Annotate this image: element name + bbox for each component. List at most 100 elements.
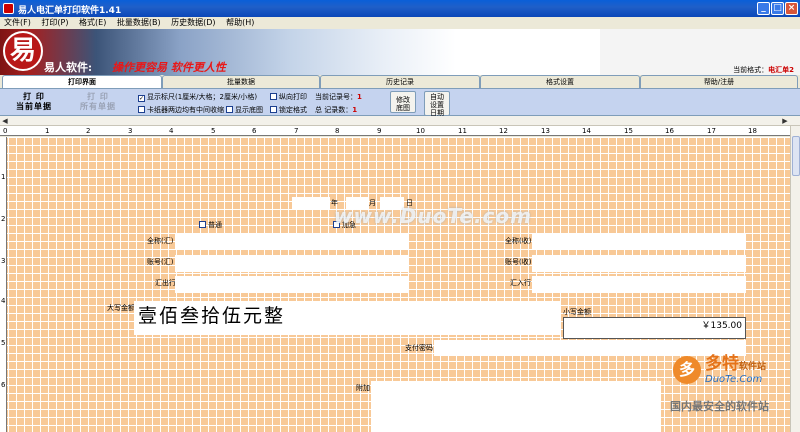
title-bar: 易人电汇单打印软件1.41 _ □ × <box>0 0 800 17</box>
center-paper-checkbox[interactable]: 卡纸器两边均有中间收缩 <box>138 105 224 115</box>
payer-name-field[interactable] <box>175 233 408 250</box>
payee-name-field[interactable] <box>532 233 746 250</box>
ruler-number: 9 <box>377 127 382 135</box>
tab-format-settings[interactable]: 格式设置 <box>480 75 640 88</box>
minimize-button[interactable]: _ <box>757 2 770 15</box>
ruler-number: 11 <box>458 127 467 135</box>
ruler-number: 14 <box>582 127 591 135</box>
menu-help[interactable]: 帮助(H) <box>222 17 258 28</box>
print-current-line2: 当前单据 <box>16 101 52 111</box>
vruler-number: 3 <box>1 257 6 265</box>
checkbox-checked-icon: ✓ <box>138 95 145 102</box>
amount-lower-value: ￥135.00 <box>701 321 743 331</box>
checkbox-icon <box>138 106 145 113</box>
app-icon <box>3 3 14 14</box>
total-records-label: 总 记录数： <box>315 106 353 114</box>
duote-url: DuoTe.Com <box>705 374 763 385</box>
year-field[interactable] <box>292 197 330 209</box>
show-ruler-label: 显示标尺(1厘米/大格；2厘米/小格) <box>147 93 258 101</box>
current-format-value: 电汇单2 <box>768 66 794 74</box>
password-field[interactable] <box>434 340 746 356</box>
duote-logo-icon: 多 <box>673 356 701 384</box>
show-background-checkbox[interactable]: 显示底图 <box>226 105 263 115</box>
horizontal-scrollbar[interactable]: ◀ ▶ <box>0 116 800 126</box>
menu-format[interactable]: 格式(E) <box>75 17 110 28</box>
menu-bar: 文件(F) 打印(P) 格式(E) 批量数据(B) 历史数据(D) 帮助(H) <box>0 17 800 29</box>
ruler-number: 13 <box>541 127 550 135</box>
duote-brand-suffix: 软件站 <box>739 362 767 372</box>
current-format: 当前格式：电汇单2 <box>733 65 794 75</box>
checkbox-icon <box>199 221 206 228</box>
auto-date-button[interactable]: 自动 设置 日期 <box>424 91 450 117</box>
ruler-number: 3 <box>128 127 133 135</box>
center-paper-label: 卡纸器两边均有中间收缩 <box>147 106 224 114</box>
tab-history[interactable]: 历史记录 <box>320 75 480 88</box>
auto-date-line1: 自动 <box>430 93 444 101</box>
toolbar: 打 印 当前单据 打 印 所有单据 ✓ 显示标尺(1厘米/大格；2厘米/小格) 纵… <box>0 88 800 117</box>
print-current-line1: 打 印 <box>23 91 45 101</box>
tab-print[interactable]: 打印界面 <box>2 75 162 88</box>
tab-batch-data[interactable]: 批量数据 <box>162 75 320 88</box>
vruler-number: 6 <box>1 381 6 389</box>
note-field[interactable] <box>371 381 661 432</box>
checkbox-icon <box>226 106 233 113</box>
print-all-line1: 打 印 <box>87 91 109 101</box>
scroll-right-icon[interactable]: ▶ <box>780 116 790 126</box>
ruler-number: 8 <box>335 127 340 135</box>
vertical-ruler: 1 2 3 4 5 6 <box>0 137 7 432</box>
vertical-scrollbar[interactable] <box>790 126 800 432</box>
window-title: 易人电汇单打印软件1.41 <box>18 6 122 16</box>
horizontal-ruler: 0 1 2 3 4 5 6 7 8 9 10 11 12 13 14 15 16… <box>0 126 790 136</box>
normal-option[interactable]: 普通 <box>199 221 222 230</box>
ruler-number: 12 <box>499 127 508 135</box>
ruler-number: 18 <box>748 127 757 135</box>
password-label: 支付密码 <box>405 344 433 352</box>
payer-account-label: 账号(汇) <box>147 258 174 266</box>
scroll-left-icon[interactable]: ◀ <box>0 116 10 126</box>
lock-format-checkbox[interactable]: 锁定格式 <box>270 105 307 115</box>
ruler-number: 7 <box>294 127 299 135</box>
payer-account-field[interactable] <box>175 255 408 272</box>
ruler-number: 2 <box>86 127 91 135</box>
ruler-number: 16 <box>665 127 674 135</box>
close-button[interactable]: × <box>785 2 798 15</box>
banner-slogan: 操作更容易 软件更人性 <box>112 61 226 74</box>
amount-upper-label: 大写金额 <box>107 304 135 312</box>
payee-bank-field[interactable] <box>532 276 746 293</box>
payee-bank-label: 汇入行 <box>510 279 531 287</box>
current-record-value: 1 <box>357 93 362 101</box>
menu-batch-data[interactable]: 批量数据(B) <box>113 17 165 28</box>
payee-account-field[interactable] <box>532 255 746 272</box>
vruler-number: 1 <box>1 173 6 181</box>
amount-upper-value: 壹佰叁拾伍元整 <box>138 305 286 327</box>
modify-background-line2: 底图 <box>396 104 410 112</box>
vruler-number: 2 <box>1 215 6 223</box>
print-current-button[interactable]: 打 印 当前单据 <box>8 91 60 111</box>
menu-print[interactable]: 打印(P) <box>37 17 72 28</box>
payer-bank-field[interactable] <box>175 276 408 293</box>
landscape-print-checkbox[interactable]: 纵向打印 <box>270 92 307 102</box>
banner-title: 易人软件: <box>44 61 93 74</box>
normal-label: 普通 <box>208 221 222 229</box>
menu-file[interactable]: 文件(F) <box>0 17 35 28</box>
current-record-label: 当前记录号： <box>315 93 357 101</box>
amount-lower-label: 小写金额 <box>563 308 591 316</box>
duote-watermark: www.DuoTe.com <box>334 204 532 228</box>
show-ruler-checkbox[interactable]: ✓ 显示标尺(1厘米/大格；2厘米/小格) <box>138 92 257 102</box>
maximize-button[interactable]: □ <box>771 2 784 15</box>
modify-background-button[interactable]: 修改 底图 <box>390 91 416 113</box>
landscape-print-label: 纵向打印 <box>279 93 307 101</box>
payer-name-label: 全称(汇) <box>147 237 174 245</box>
scroll-thumb[interactable] <box>792 136 800 176</box>
app-logo: 易 <box>3 31 43 71</box>
total-records-value: 1 <box>352 106 358 114</box>
tab-help-register[interactable]: 帮助/注册 <box>640 75 798 88</box>
payee-account-label: 账号(收) <box>505 258 532 266</box>
ruler-number: 1 <box>45 127 50 135</box>
menu-history[interactable]: 历史数据(D) <box>167 17 219 28</box>
checkbox-icon <box>270 106 277 113</box>
checkbox-icon <box>270 93 277 100</box>
print-canvas[interactable]: 年 月 日 普通 加急 全称(汇) 账号(汇) 汇出行 全称(收) 账号(收) … <box>0 137 790 432</box>
print-all-button[interactable]: 打 印 所有单据 <box>72 91 124 111</box>
current-record: 当前记录号：1 <box>315 92 362 102</box>
